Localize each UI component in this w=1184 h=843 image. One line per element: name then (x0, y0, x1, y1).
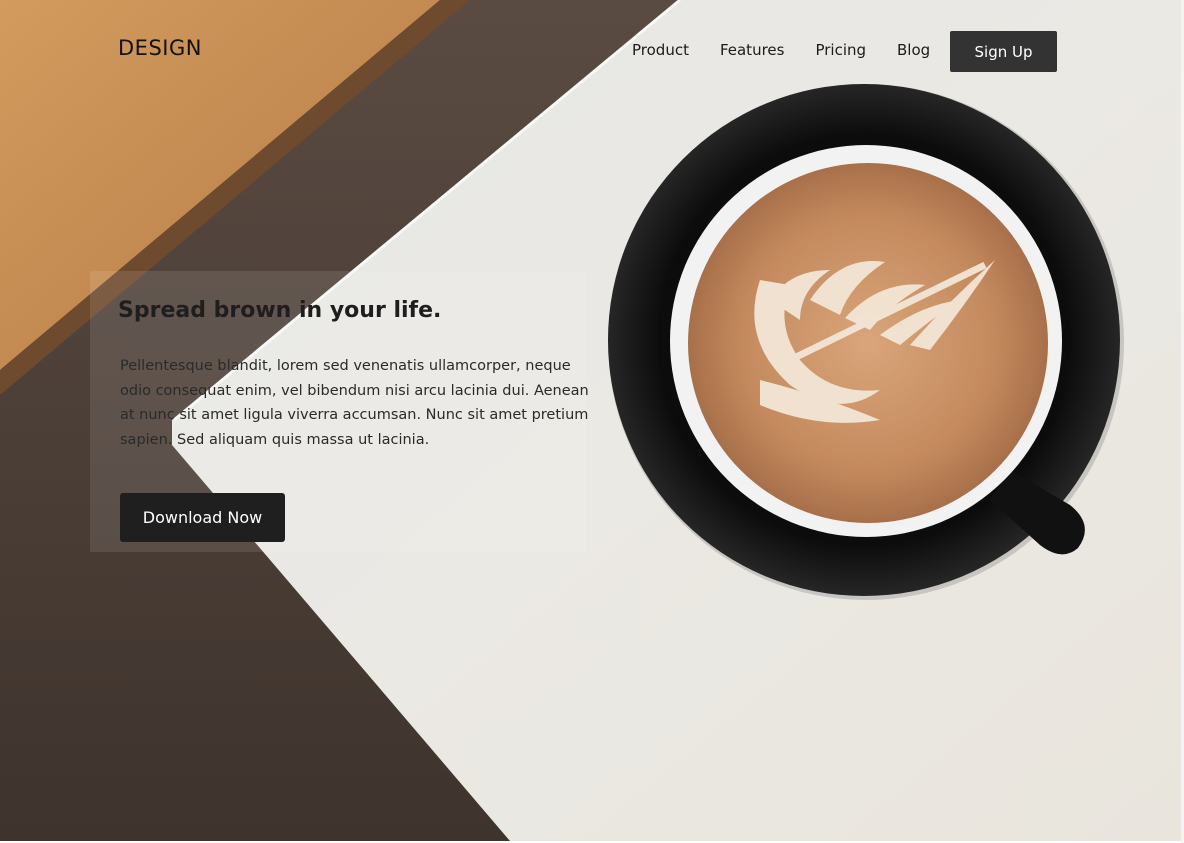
nav-features[interactable]: Features (720, 41, 785, 59)
hero-description: Pellentesque blandit, lorem sed venenati… (120, 358, 589, 448)
nav-pricing[interactable]: Pricing (815, 41, 866, 59)
download-now-button[interactable]: Download Now (120, 493, 285, 542)
nav-blog[interactable]: Blog (897, 41, 930, 59)
logo[interactable]: DESIGN (118, 36, 202, 60)
nav-product[interactable]: Product (632, 41, 689, 59)
hero-title: Spread brown in your life. (118, 298, 442, 323)
coffee-surface (688, 163, 1048, 523)
main-nav: Product Features Pricing Blog (632, 41, 930, 59)
sign-up-button[interactable]: Sign Up (950, 31, 1057, 72)
